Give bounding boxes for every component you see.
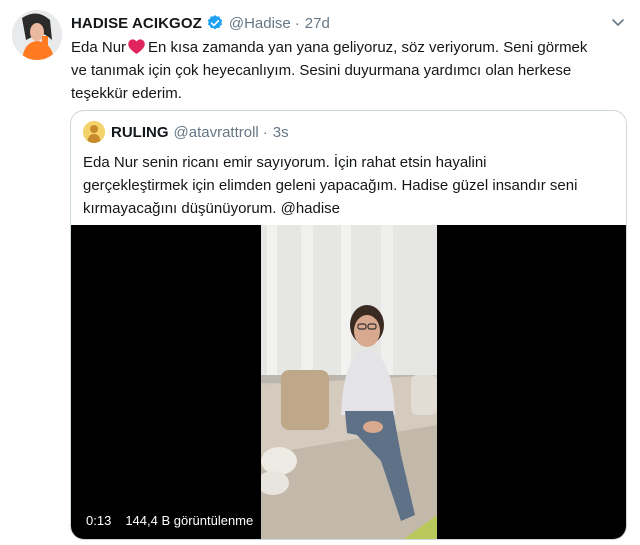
chevron-down-icon[interactable] [610, 14, 626, 30]
tweet-text-line2: ve tanımak için çok heyecanlıyım. Sesini… [71, 62, 572, 79]
tweet[interactable]: HADISE ACIKGOZ @Hadise · 27d Eda Nur En k… [0, 0, 640, 545]
tweet-text-line1-end: En kısa zamanda yan yana geliyoruz, söz … [148, 39, 588, 56]
author-avatar[interactable] [12, 10, 62, 60]
video-view-count: 144,4 B görüntülenme [120, 511, 259, 531]
tweet-text: Eda Nur En kısa zamanda yan yana geliyoru… [71, 36, 627, 105]
author-name[interactable]: HADISE ACIKGOZ [71, 15, 202, 32]
quoted-text-line3: kırmayacağını düşünüyorum. @hadise [83, 200, 341, 217]
tweet-text-line3: teşekkür ederim. [71, 85, 182, 102]
author-handle[interactable]: @Hadise [229, 15, 291, 32]
video-thumbnail [261, 225, 437, 539]
verified-icon [206, 14, 224, 32]
quoted-author-handle[interactable]: @atavrattroll [174, 124, 259, 141]
tweet-text-line1-start: Eda Nur [71, 39, 127, 56]
video-player[interactable]: 0:13 144,4 B görüntülenme [71, 225, 626, 539]
separator-dot: · [294, 14, 300, 32]
heart-icon [128, 38, 145, 54]
quoted-tweet-timestamp[interactable]: 3s [273, 124, 289, 141]
tweet-header: HADISE ACIKGOZ @Hadise · 27d [71, 12, 600, 34]
video-badges: 0:13 144,4 B görüntülenme [81, 511, 259, 531]
quoted-text-line1: Eda Nur senin ricanı emir sayıyorum. İçi… [83, 154, 487, 171]
quoted-tweet-header: RULING @atavrattroll · 3s [83, 121, 289, 143]
tweet-timestamp[interactable]: 27d [305, 15, 330, 32]
quoted-tweet[interactable]: RULING @atavrattroll · 3s Eda Nur senin … [70, 110, 627, 540]
quoted-text-line2: gerçekleştirmek için elimden geleni yapa… [83, 177, 578, 194]
quoted-author-name[interactable]: RULING [111, 124, 169, 141]
quoted-tweet-text: Eda Nur senin ricanı emir sayıyorum. İçi… [83, 151, 618, 220]
quoted-author-avatar[interactable] [83, 121, 105, 143]
separator-dot: · [262, 123, 268, 141]
video-duration: 0:13 [81, 511, 117, 531]
